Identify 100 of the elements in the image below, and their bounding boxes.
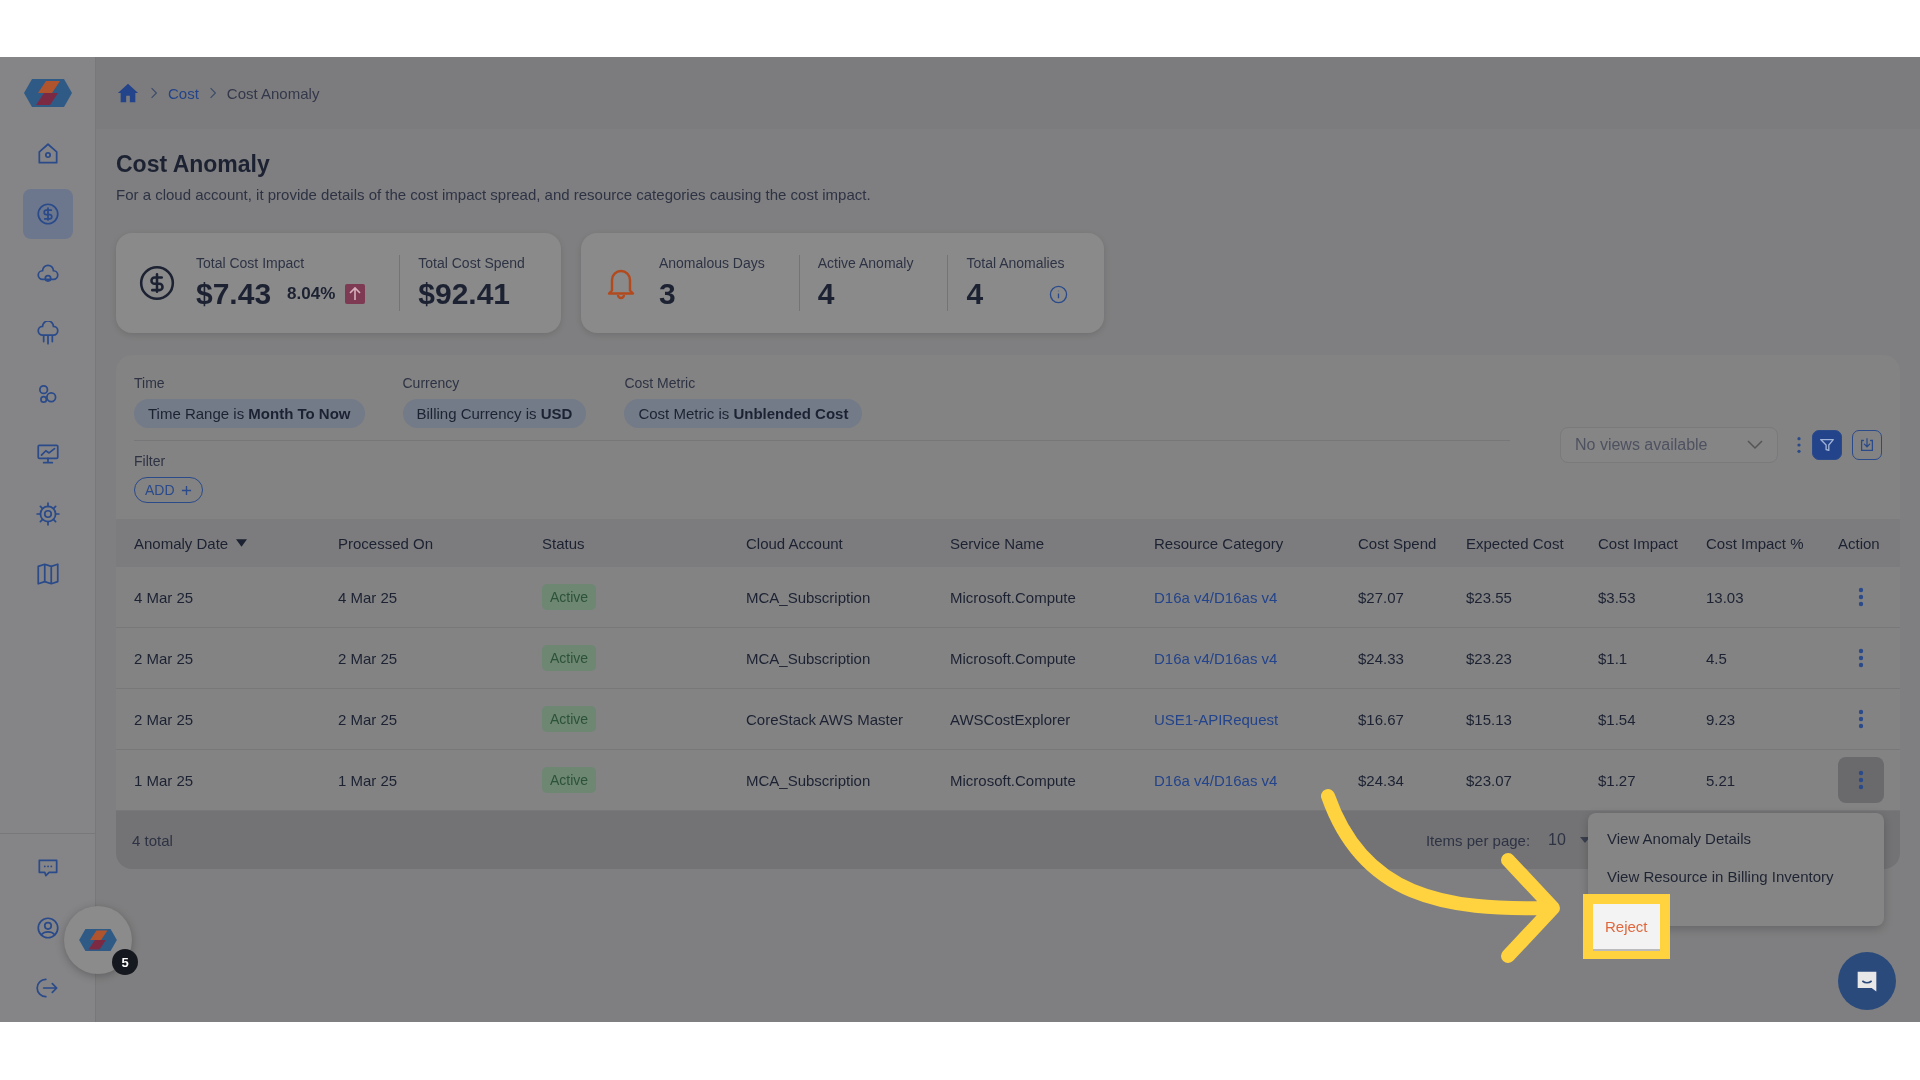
more-icon (1858, 587, 1864, 607)
table-cell: $24.33 (1358, 649, 1404, 667)
table-cell: 2 Mar 25 (338, 710, 398, 728)
menu-item[interactable]: Reject (1593, 903, 1660, 949)
more-icon (1858, 648, 1864, 668)
column-header[interactable]: Cost Impact % (1706, 534, 1804, 552)
column-header[interactable]: Status (542, 534, 585, 552)
chevron-icon (208, 87, 217, 99)
download-icon[interactable] (1852, 430, 1882, 460)
table-cell: MCA_Subscription (746, 649, 871, 667)
table-cell: $1.1 (1598, 649, 1628, 667)
table-cell: $23.07 (1466, 771, 1512, 789)
resource-link[interactable]: D16a v4/D16as v4 (1154, 588, 1278, 606)
table-cell: 4 Mar 25 (338, 588, 398, 606)
stat-value: 3 (658, 277, 676, 311)
table-cell: CoreStack AWS Master (746, 710, 903, 728)
status-badge: Active (542, 645, 597, 671)
filter-icon[interactable] (1812, 430, 1842, 460)
items-per-page-label: Items per page: (1425, 831, 1531, 849)
sort-desc-icon[interactable] (236, 539, 248, 547)
resource-link[interactable]: D16a v4/D16as v4 (1154, 771, 1278, 789)
notification-badge: 5 (112, 949, 138, 975)
app-logo[interactable] (23, 79, 72, 107)
table-cell: $24.34 (1358, 771, 1404, 789)
chevron-down-icon (1747, 440, 1763, 450)
column-header[interactable]: Service Name (950, 534, 1045, 552)
resource-link[interactable]: USE1-APIRequest (1154, 710, 1279, 728)
table-cell: 1 Mar 25 (134, 771, 194, 789)
column-header[interactable]: Action (1838, 534, 1880, 552)
status-badge: Active (542, 706, 597, 732)
page-size-select[interactable]: 10 (1548, 831, 1590, 849)
stat-label: Anomalous Days (658, 255, 765, 271)
home-icon[interactable] (116, 82, 140, 104)
table-cell: $16.67 (1358, 710, 1404, 728)
table-cell: 2 Mar 25 (338, 649, 398, 667)
table-cell: AWSCostExplorer (950, 710, 1071, 728)
column-header[interactable]: Resource Category (1154, 534, 1284, 552)
table-cell: MCA_Subscription (746, 588, 871, 606)
stat-label: Total Cost Spend (418, 255, 525, 271)
table-cell: Microsoft.Compute (950, 649, 1076, 667)
table-cell: MCA_Subscription (746, 771, 871, 789)
plus-icon (180, 484, 192, 496)
caret-down-icon (1579, 837, 1590, 843)
stat-value: 4 (817, 277, 835, 311)
more-icon (1858, 770, 1864, 790)
table-cell: $1.54 (1598, 710, 1636, 728)
more-icon (1858, 709, 1864, 729)
table-cell: $23.23 (1466, 649, 1512, 667)
column-header[interactable]: Expected Cost (1466, 534, 1564, 552)
row-actions-button[interactable] (1838, 757, 1884, 803)
filter-group-label: Cost Metric (624, 375, 696, 391)
stat-value: $7.43 (196, 277, 272, 311)
table-cell: 2 Mar 25 (134, 649, 194, 667)
page-title: Cost Anomaly (116, 151, 271, 178)
status-badge: Active (542, 584, 597, 610)
menu-item[interactable]: View Resource in Billing Inventory (1607, 867, 1834, 885)
column-header[interactable]: Anomaly Date (134, 534, 229, 552)
chevron-icon (150, 87, 158, 99)
change-percent: 8.04% (287, 284, 336, 304)
filter-chip[interactable]: Time Range is Month To Now (134, 399, 365, 428)
table-cell: 13.03 (1706, 588, 1744, 606)
breadcrumb-current: Cost Anomaly (226, 84, 320, 102)
app-avatar[interactable] (64, 906, 132, 974)
dollar-icon (138, 264, 176, 302)
total-count: 4 total (132, 831, 173, 849)
column-header[interactable]: Processed On (338, 534, 434, 552)
page-description: For a cloud account, it provide details of the cost impact spread, and resource categories causing the cost impact. (116, 186, 872, 203)
stat-label: Active Anomaly (817, 255, 914, 271)
table-cell: $1.27 (1598, 771, 1636, 789)
table-cell: 4 Mar 25 (134, 588, 194, 606)
table-cell: 4.5 (1706, 649, 1727, 667)
table-cell: $3.53 (1598, 588, 1636, 606)
stat-label: Total Anomalies (966, 255, 1066, 271)
more-icon[interactable] (1796, 436, 1802, 454)
filter-chip[interactable]: Billing Currency is USD (402, 399, 587, 428)
table-cell: $27.07 (1358, 588, 1404, 606)
table-cell: $15.13 (1466, 710, 1512, 728)
filter-group-label: Currency (402, 375, 460, 391)
stat-value: 4 (966, 277, 984, 311)
table-cell: Microsoft.Compute (950, 771, 1076, 789)
status-badge: Active (542, 767, 597, 793)
chat-launcher-icon[interactable] (1838, 952, 1896, 1010)
table-cell: Microsoft.Compute (950, 588, 1076, 606)
table-cell: 2 Mar 25 (134, 710, 194, 728)
table-cell: 9.23 (1706, 710, 1736, 728)
column-header[interactable]: Cloud Account (746, 534, 843, 552)
stat-value: $92.41 (418, 277, 511, 311)
stat-label: Total Cost Impact (196, 255, 306, 271)
table-cell: 5.21 (1706, 771, 1736, 789)
resource-link[interactable]: D16a v4/D16as v4 (1154, 649, 1278, 667)
filter-group-label: Time (134, 375, 165, 391)
breadcrumb-link[interactable]: Cost (168, 84, 199, 102)
dollar-icon[interactable] (22, 189, 73, 239)
column-header[interactable]: Cost Impact (1598, 534, 1679, 552)
column-header[interactable]: Cost Spend (1358, 534, 1437, 552)
table-cell: $23.55 (1466, 588, 1512, 606)
filter-label: Filter (134, 453, 166, 469)
menu-item[interactable]: View Anomaly Details (1607, 829, 1751, 847)
filter-chip[interactable]: Cost Metric is Unblended Cost (624, 399, 863, 428)
info-icon[interactable] (1049, 284, 1069, 304)
